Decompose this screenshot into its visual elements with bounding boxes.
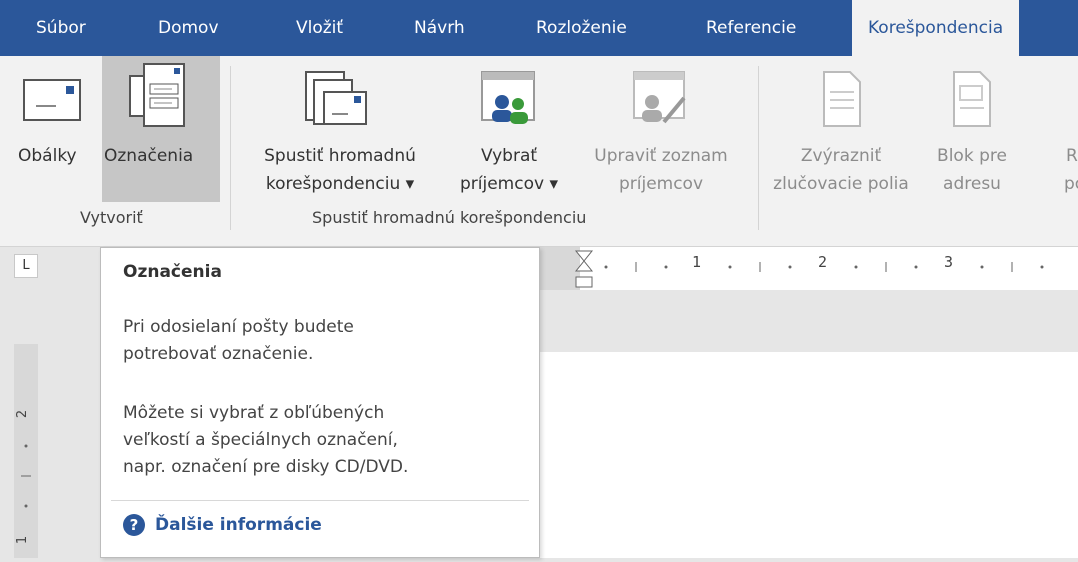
ribbon-tab-bar: Súbor Domov Vložiť Návrh Rozloženie Refe…: [0, 0, 1078, 56]
svg-text:1: 1: [15, 536, 30, 544]
tab-mailings[interactable]: Korešpondencia: [852, 0, 1020, 56]
tab-home[interactable]: Domov: [158, 0, 219, 56]
tooltip-divider: [111, 500, 529, 501]
ruler-number: 2: [818, 253, 828, 271]
greeting-line-button[interactable]: R po: [1046, 56, 1078, 196]
edit-list-icon: [633, 71, 686, 124]
tab-file[interactable]: Súbor: [36, 0, 86, 56]
select-recipients-button[interactable]: Vybrať príjemcov ▾: [444, 56, 574, 196]
tab-insert[interactable]: Vložiť: [296, 0, 343, 56]
ribbon-panel: Obálky Označenia Vytvoriť Spustiť hromad…: [0, 56, 1078, 247]
ruler-number: 1: [692, 253, 702, 271]
tooltip-description: Pri odosielaní pošty budete potrebovať o…: [123, 314, 523, 368]
help-icon: ?: [123, 514, 145, 536]
vertical-ruler-ticks: 2 1: [15, 410, 31, 544]
tooltip-line: napr. označení pre disky CD/DVD.: [123, 457, 409, 477]
start-mail-merge-button[interactable]: Spustiť hromadnú korešpondenciu ▾: [240, 56, 440, 196]
envelope-icon: [23, 79, 81, 121]
ruler-number: 3: [944, 253, 954, 271]
group-label-start-merge: Spustiť hromadnú korešpondenciu: [312, 208, 587, 227]
labels-tooltip: Označenia Pri odosielaní pošty budete po…: [100, 247, 540, 558]
ruler-ticks: [540, 247, 1044, 290]
tab-references[interactable]: Referencie: [706, 0, 796, 56]
tell-me-more-link[interactable]: ? Ďalšie informácie: [123, 514, 322, 536]
tab-layout[interactable]: Rozloženie: [536, 0, 627, 56]
tooltip-line: Môžete si vybrať z obľúbených: [123, 403, 385, 423]
labels-icon: [129, 63, 185, 127]
tooltip-line: potrebovať označenie.: [123, 344, 314, 364]
tooltip-title: Označenia: [123, 262, 222, 282]
document-page[interactable]: [540, 352, 1078, 558]
highlight-merge-fields-button[interactable]: Zvýrazniť zlučovacie polia: [766, 56, 916, 196]
recipients-icon: [481, 71, 535, 124]
tab-design[interactable]: Návrh: [414, 0, 465, 56]
tooltip-line: Pri odosielaní pošty budete: [123, 317, 354, 337]
labels-button[interactable]: Označenia: [102, 56, 220, 202]
tooltip-details: Môžete si vybrať z obľúbených veľkostí a…: [123, 400, 523, 481]
group-label-create: Vytvoriť: [80, 208, 143, 227]
vertical-ruler[interactable]: 2 1: [14, 344, 38, 558]
group-divider: [758, 66, 759, 230]
address-block-button[interactable]: Blok pre adresu: [928, 56, 1016, 196]
start-merge-icon: [305, 71, 367, 125]
horizontal-ruler[interactable]: 1 2 3: [540, 247, 1078, 290]
tell-me-more-label: Ďalšie informácie: [155, 515, 322, 535]
tab-selector[interactable]: L: [14, 254, 38, 278]
envelopes-button[interactable]: Obálky: [18, 56, 96, 196]
group-divider: [230, 66, 231, 230]
edit-recipient-list-button[interactable]: Upraviť zoznam príjemcov: [576, 56, 746, 196]
tooltip-line: veľkostí a špeciálnych označení,: [123, 430, 398, 450]
svg-text:2: 2: [15, 410, 30, 418]
highlight-fields-icon: [823, 71, 861, 127]
address-block-icon: [953, 71, 991, 127]
